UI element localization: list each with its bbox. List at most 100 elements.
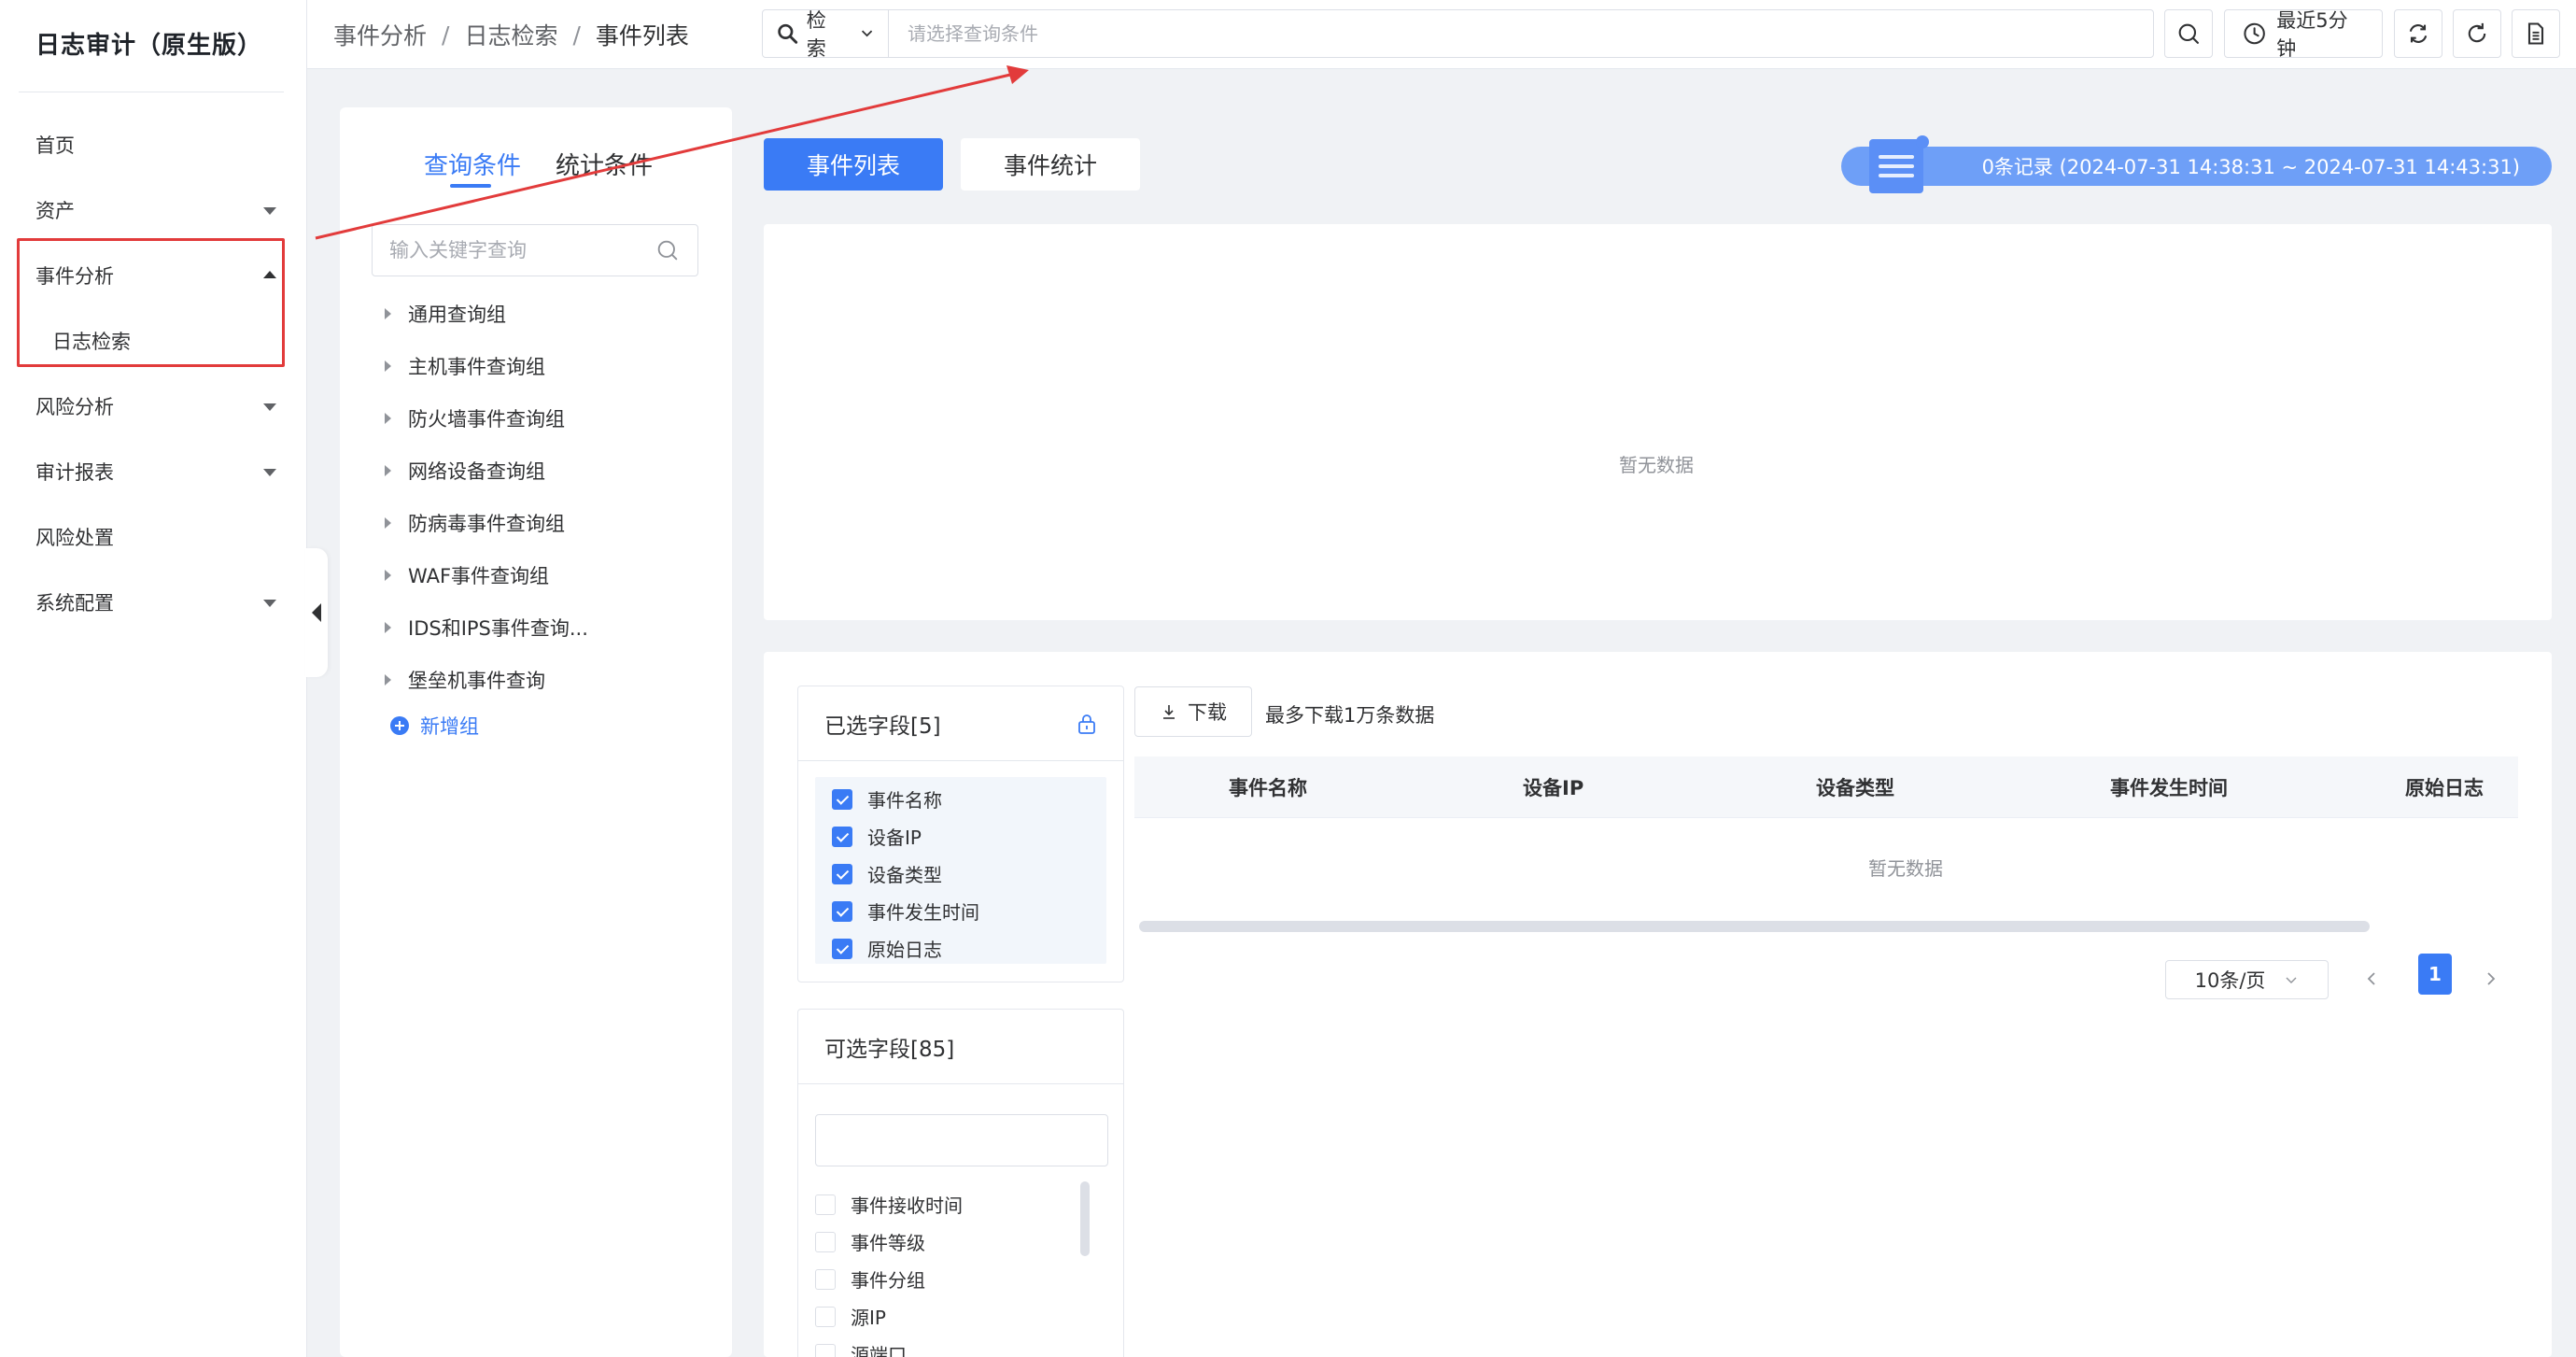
active-tab-indicator bbox=[450, 184, 491, 188]
query-group-node[interactable]: WAF事件查询组 bbox=[385, 561, 549, 589]
query-group-node[interactable]: 防火墙事件查询组 bbox=[385, 404, 565, 432]
checkbox-checked[interactable] bbox=[832, 826, 852, 847]
add-group-button[interactable]: 新增组 bbox=[390, 712, 479, 740]
column-header[interactable]: 事件名称 bbox=[1229, 756, 1307, 818]
record-bar-handle-icon[interactable] bbox=[1869, 135, 1929, 193]
optional-field-item[interactable]: 事件接收时间 bbox=[815, 1191, 963, 1218]
query-group-label: 堡垒机事件查询 bbox=[408, 670, 545, 692]
checkbox-unchecked[interactable] bbox=[815, 1231, 836, 1252]
selected-field-item[interactable]: 设备类型 bbox=[832, 860, 942, 887]
chevron-down-icon bbox=[861, 30, 873, 37]
selected-field-item[interactable]: 设备IP bbox=[832, 823, 922, 850]
checkbox-unchecked[interactable] bbox=[815, 1343, 836, 1357]
record-info-text: 0条记录 (2024-07-31 14:38:31 ~ 2024-07-31 1… bbox=[1981, 156, 2520, 178]
table-horizontal-scrollbar[interactable] bbox=[1139, 921, 2370, 932]
checkbox-unchecked[interactable] bbox=[815, 1306, 836, 1327]
header: 事件分析 / 日志检索 / 事件列表 检索 最近5分钟 bbox=[307, 0, 2576, 69]
chevron-left-icon[interactable] bbox=[2360, 968, 2383, 990]
results-panel: 已选字段[5] 事件名称 设备IP 设备类型 事件发生时间 原始日志 可选字段[… bbox=[764, 652, 2552, 1357]
download-button[interactable]: 下载 bbox=[1134, 686, 1252, 737]
checkbox-unchecked[interactable] bbox=[815, 1194, 836, 1215]
query-group-label: 网络设备查询组 bbox=[408, 460, 545, 483]
checkbox-checked[interactable] bbox=[832, 788, 852, 810]
query-group-node[interactable]: 堡垒机事件查询 bbox=[385, 666, 545, 694]
column-header[interactable]: 原始日志 bbox=[2405, 756, 2484, 818]
page-number-current[interactable]: 1 bbox=[2418, 954, 2452, 995]
field-label: 事件发生时间 bbox=[867, 901, 979, 924]
field-label: 事件等级 bbox=[851, 1232, 925, 1254]
selected-field-item[interactable]: 事件名称 bbox=[832, 785, 942, 813]
sidebar-item-label: 资产 bbox=[35, 200, 75, 222]
breadcrumb-item[interactable]: 日志检索 bbox=[464, 18, 557, 51]
checkbox-unchecked[interactable] bbox=[815, 1268, 836, 1290]
time-range-button[interactable]: 最近5分钟 bbox=[2224, 9, 2383, 60]
caret-right-icon bbox=[385, 517, 391, 529]
record-range-bar[interactable]: 0条记录 (2024-07-31 14:38:31 ~ 2024-07-31 1… bbox=[1841, 135, 2552, 193]
tab-event-list[interactable]: 事件列表 bbox=[764, 138, 943, 191]
search-type-select[interactable]: 检索 bbox=[763, 9, 889, 60]
optional-fields-scrollbar[interactable] bbox=[1080, 1181, 1090, 1256]
breadcrumb-item[interactable]: 事件分析 bbox=[333, 18, 427, 51]
document-button[interactable] bbox=[2512, 9, 2560, 58]
tab-query-conditions[interactable]: 查询条件 bbox=[424, 147, 521, 181]
table-header: 事件名称 设备IP 设备类型 事件发生时间 原始日志 bbox=[1134, 756, 2518, 818]
refresh-button[interactable] bbox=[2453, 9, 2501, 58]
breadcrumb-separator: / bbox=[442, 21, 450, 49]
checkbox-checked[interactable] bbox=[832, 863, 852, 884]
optional-field-item[interactable]: 事件分组 bbox=[815, 1265, 925, 1293]
search-icon bbox=[2178, 23, 2199, 44]
caret-right-icon bbox=[385, 360, 391, 372]
caret-right-icon bbox=[385, 413, 391, 424]
field-label: 源端口 bbox=[851, 1344, 907, 1357]
search-button[interactable] bbox=[2164, 9, 2213, 58]
sidebar-item-risk-handling[interactable]: 风险处置 bbox=[35, 518, 288, 556]
download-icon bbox=[1163, 705, 1175, 719]
caret-right-icon bbox=[385, 308, 391, 319]
tab-event-stats[interactable]: 事件统计 bbox=[961, 138, 1140, 191]
column-header[interactable]: 设备类型 bbox=[1816, 756, 1894, 818]
column-header[interactable]: 事件发生时间 bbox=[2110, 756, 2228, 818]
checkbox-checked[interactable] bbox=[832, 900, 852, 922]
checkbox-checked[interactable] bbox=[832, 938, 852, 959]
tab-stat-conditions[interactable]: 统计条件 bbox=[556, 147, 653, 181]
query-group-node[interactable]: 通用查询组 bbox=[385, 300, 506, 328]
plus-circle-icon bbox=[390, 716, 409, 735]
sidebar-item-risk-analysis[interactable]: 风险分析 bbox=[35, 388, 288, 425]
lock-icon[interactable] bbox=[1077, 713, 1097, 735]
search-icon[interactable] bbox=[655, 237, 681, 263]
keyword-search-box bbox=[372, 224, 698, 276]
caret-right-icon bbox=[385, 465, 391, 476]
sidebar-item-home[interactable]: 首页 bbox=[35, 126, 288, 163]
query-group-node[interactable]: IDS和IPS事件查询... bbox=[385, 614, 588, 642]
search-input[interactable] bbox=[889, 22, 2153, 45]
sidebar-item-system-config[interactable]: 系统配置 bbox=[35, 584, 288, 621]
selected-field-item[interactable]: 事件发生时间 bbox=[832, 898, 979, 925]
page-size-select[interactable]: 10条/页 bbox=[2165, 960, 2329, 999]
sidebar-item-assets[interactable]: 资产 bbox=[35, 191, 288, 229]
optional-field-item[interactable]: 事件等级 bbox=[815, 1228, 925, 1255]
time-range-label: 最近5分钟 bbox=[2276, 9, 2348, 60]
keyword-search-input[interactable] bbox=[389, 239, 655, 262]
optional-field-search-input[interactable] bbox=[815, 1114, 1108, 1166]
sidebar-item-label: 系统配置 bbox=[35, 592, 114, 615]
query-group-node[interactable]: 主机事件查询组 bbox=[385, 352, 545, 380]
annotation-highlight-box bbox=[17, 238, 285, 367]
table-body: 暂无数据 bbox=[1134, 818, 2518, 902]
optional-field-item[interactable]: 源端口 bbox=[815, 1340, 907, 1357]
search-icon bbox=[778, 23, 798, 44]
auto-refresh-button[interactable] bbox=[2394, 9, 2442, 58]
caret-down-icon bbox=[263, 207, 276, 215]
sidebar-item-audit-report[interactable]: 审计报表 bbox=[35, 453, 288, 490]
column-header[interactable]: 设备IP bbox=[1523, 756, 1584, 818]
download-label: 下载 bbox=[1188, 701, 1227, 724]
selected-field-item[interactable]: 原始日志 bbox=[832, 935, 942, 962]
field-label: 原始日志 bbox=[867, 939, 942, 961]
optional-fields-header: 可选字段[85] bbox=[798, 1010, 1123, 1084]
chevron-right-icon[interactable] bbox=[2480, 968, 2502, 990]
optional-field-item[interactable]: 源IP bbox=[815, 1303, 886, 1330]
query-group-node[interactable]: 防病毒事件查询组 bbox=[385, 509, 565, 537]
query-group-node[interactable]: 网络设备查询组 bbox=[385, 457, 545, 485]
sidebar-collapse-handle[interactable] bbox=[305, 548, 328, 677]
breadcrumb-separator: / bbox=[572, 21, 581, 49]
query-group-label: IDS和IPS事件查询... bbox=[408, 617, 588, 640]
